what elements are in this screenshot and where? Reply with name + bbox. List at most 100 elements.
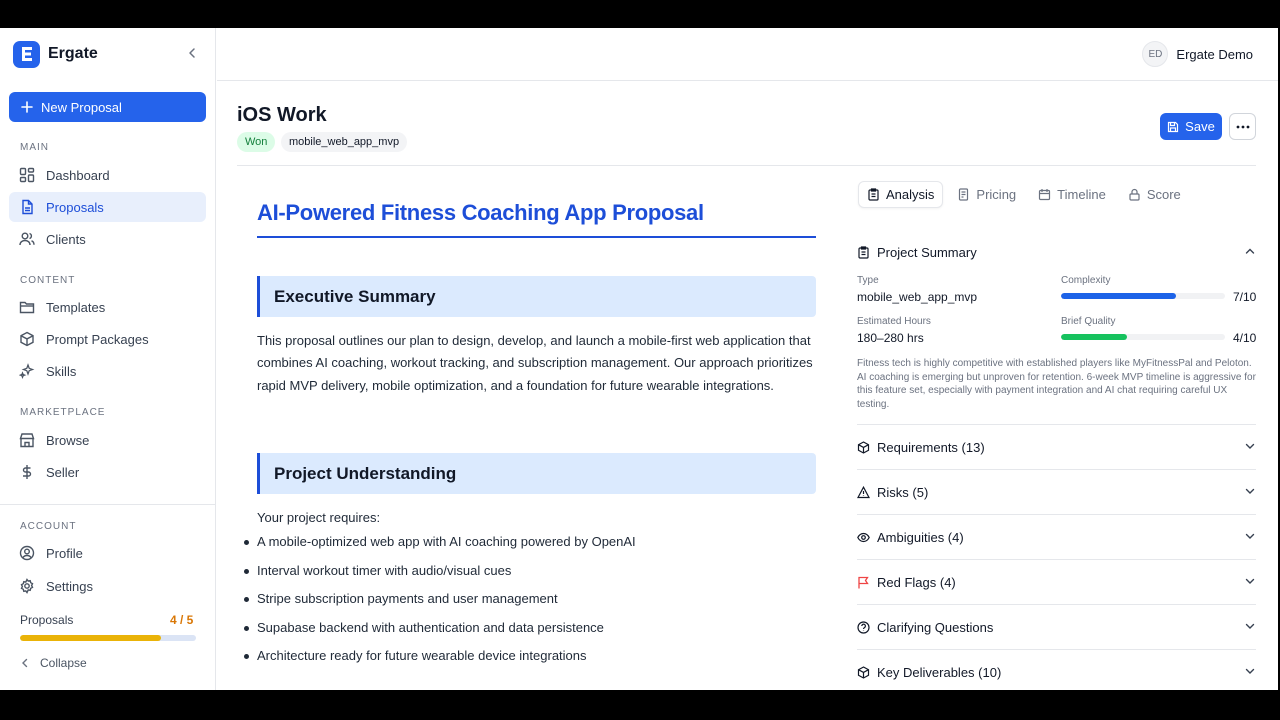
app-name: Ergate (48, 45, 98, 62)
cube-icon (857, 440, 870, 454)
sidebar-item-label: Browse (46, 432, 90, 448)
quota-label: Proposals (20, 613, 74, 627)
hours-value: 180–280 hrs (857, 331, 924, 345)
sidebar-item-prompt-packages[interactable]: Prompt Packages (9, 324, 206, 354)
list-item: A mobile-optimized web app with AI coach… (244, 528, 636, 557)
accordion-title: Requirements (13) (877, 439, 985, 455)
question-icon (857, 620, 870, 634)
gear-icon (20, 578, 34, 594)
quality-meter-fill (1061, 334, 1127, 340)
quota-value: 4 / 5 (170, 613, 194, 627)
tab-score[interactable]: Score (1120, 181, 1189, 208)
new-proposal-button[interactable]: New Proposal (9, 92, 206, 122)
document-title: AI-Powered Fitness Coaching App Proposal (257, 200, 816, 238)
sidebar-item-label: Settings (46, 578, 93, 594)
chevron-up-icon (1245, 248, 1255, 254)
list-item: Interval workout timer with audio/visual… (244, 557, 636, 586)
type-value: mobile_web_app_mvp (857, 290, 978, 304)
accordion-red-flags[interactable]: Red Flags (4) (857, 572, 1256, 592)
requirements-list: A mobile-optimized web app with AI coach… (244, 528, 636, 671)
tab-label: Score (1146, 187, 1181, 202)
sidebar-item-templates[interactable]: Templates (9, 292, 206, 322)
sidebar-item-label: Skills (46, 363, 77, 379)
document-icon (22, 199, 33, 215)
screen-bottom-border (0, 690, 1280, 720)
sidebar-item-proposals[interactable]: Proposals (9, 192, 206, 222)
user-menu[interactable]: ED Ergate Demo (1142, 41, 1253, 67)
tab-analysis[interactable]: Analysis (858, 181, 944, 208)
sidebar-item-profile[interactable]: Profile (9, 538, 206, 568)
cube-icon (857, 665, 870, 679)
accordion-divider (857, 649, 1256, 650)
warning-icon (857, 485, 870, 498)
quota-progress-bar (20, 635, 196, 641)
flag-icon (858, 576, 869, 588)
plus-icon (21, 101, 33, 113)
brand[interactable]: Ergate (13, 40, 98, 68)
new-proposal-label: New Proposal (41, 99, 122, 115)
section-label-content: CONTENT (20, 275, 76, 286)
page-title: iOS Work (237, 104, 327, 126)
accordion-title: Clarifying Questions (877, 619, 994, 635)
accordion-divider (857, 469, 1256, 470)
sidebar-item-label: Prompt Packages (46, 331, 149, 347)
accordion-requirements[interactable]: Requirements (13) (857, 437, 1256, 457)
sidebar-item-label: Proposals (46, 199, 104, 215)
sidebar-item-clients[interactable]: Clients (9, 224, 206, 254)
quota-progress-fill (20, 635, 161, 641)
dollar-icon (22, 465, 32, 479)
more-horizontal-icon (1236, 125, 1249, 128)
section-label-marketplace: MARKETPLACE (20, 407, 106, 418)
accordion-project-summary[interactable]: Project Summary (857, 242, 1256, 262)
sidebar-item-label: Dashboard (46, 167, 110, 183)
sidebar-item-skills[interactable]: Skills (9, 356, 206, 386)
ergate-logo-icon (13, 40, 40, 68)
chevron-left-icon[interactable] (185, 46, 199, 60)
chevron-down-icon (1245, 578, 1255, 584)
hours-label: Estimated Hours (857, 316, 931, 327)
grid-icon (19, 167, 35, 183)
app-window: Ergate New Proposal MAIN Dashboard Propo… (0, 28, 1278, 690)
avatar: ED (1142, 41, 1169, 67)
save-button[interactable]: Save (1160, 113, 1222, 140)
accordion-title: Project Summary (877, 244, 977, 260)
complexity-label: Complexity (1061, 275, 1111, 286)
tab-label: Timeline (1057, 187, 1106, 202)
accordion-ambiguities[interactable]: Ambiguities (4) (857, 527, 1256, 547)
accordion-risks[interactable]: Risks (5) (857, 482, 1256, 502)
save-label: Save (1185, 119, 1215, 134)
analysis-tabs: Analysis Pricing Timeline Score (858, 181, 1195, 208)
quality-meter (1061, 334, 1225, 340)
accordion-title: Ambiguities (4) (877, 529, 964, 545)
tab-label: Analysis (886, 187, 935, 202)
accordion-title: Key Deliverables (10) (877, 664, 1002, 680)
package-icon (20, 331, 34, 347)
sidebar-item-dashboard[interactable]: Dashboard (9, 160, 206, 190)
store-icon (19, 433, 35, 448)
sidebar-item-browse[interactable]: Browse (9, 425, 206, 455)
folder-icon (19, 301, 35, 314)
chevron-left-icon (22, 658, 28, 668)
more-options-button[interactable] (1229, 113, 1256, 140)
list-item: Stripe subscription payments and user ma… (244, 585, 636, 614)
accordion-title: Risks (5) (877, 484, 929, 500)
eye-icon (857, 532, 870, 542)
sidebar-item-label: Profile (46, 545, 83, 561)
accordion-clarifying-questions[interactable]: Clarifying Questions (857, 617, 1256, 637)
collapse-sidebar-button[interactable]: Collapse (20, 656, 87, 670)
sidebar-item-seller[interactable]: Seller (9, 457, 206, 487)
accordion-divider (857, 514, 1256, 515)
header-divider (237, 165, 1256, 166)
section-heading-executive-summary: Executive Summary (257, 276, 816, 317)
receipt-icon (959, 188, 969, 201)
section-label-account: ACCOUNT (20, 521, 77, 532)
accordion-divider (857, 604, 1256, 605)
sidebar-item-settings[interactable]: Settings (9, 571, 206, 601)
list-item: Architecture ready for future wearable d… (244, 642, 636, 671)
complexity-meter-fill (1061, 293, 1176, 299)
tab-pricing[interactable]: Pricing (949, 181, 1024, 208)
tab-timeline[interactable]: Timeline (1030, 181, 1114, 208)
accordion-key-deliverables[interactable]: Key Deliverables (10) (857, 662, 1256, 682)
sidebar-item-label: Seller (46, 464, 80, 480)
status-badge: Won (237, 132, 276, 152)
